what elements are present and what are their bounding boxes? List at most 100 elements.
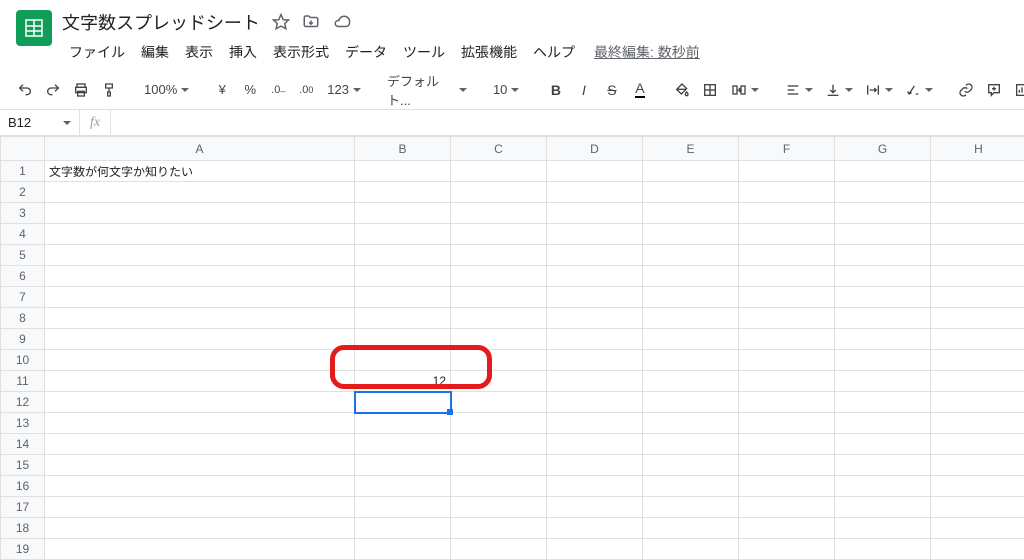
cell-A3[interactable] <box>45 203 355 224</box>
menu-file[interactable]: ファイル <box>62 38 132 66</box>
cell-C12[interactable] <box>451 392 547 413</box>
cell-C8[interactable] <box>451 308 547 329</box>
cell-C14[interactable] <box>451 434 547 455</box>
cell-F3[interactable] <box>739 203 835 224</box>
cell-D17[interactable] <box>547 497 643 518</box>
cell-G19[interactable] <box>835 539 931 560</box>
cell-C4[interactable] <box>451 224 547 245</box>
cell-B9[interactable] <box>355 329 451 350</box>
number-format-dropdown[interactable]: 123 <box>321 77 365 103</box>
cell-F9[interactable] <box>739 329 835 350</box>
cell-D16[interactable] <box>547 476 643 497</box>
cell-F8[interactable] <box>739 308 835 329</box>
cell-F18[interactable] <box>739 518 835 539</box>
cell-A15[interactable] <box>45 455 355 476</box>
column-header-C[interactable]: C <box>451 137 547 161</box>
cell-G5[interactable] <box>835 245 931 266</box>
cell-B10[interactable] <box>355 350 451 371</box>
cell-D2[interactable] <box>547 182 643 203</box>
move-icon[interactable] <box>302 13 320 31</box>
cell-E5[interactable] <box>643 245 739 266</box>
cell-E17[interactable] <box>643 497 739 518</box>
cell-G7[interactable] <box>835 287 931 308</box>
cell-F7[interactable] <box>739 287 835 308</box>
cell-H6[interactable] <box>931 266 1024 287</box>
row-header-11[interactable]: 11 <box>1 371 45 392</box>
column-header-H[interactable]: H <box>931 137 1024 161</box>
cell-H11[interactable] <box>931 371 1024 392</box>
cell-G4[interactable] <box>835 224 931 245</box>
cell-F11[interactable] <box>739 371 835 392</box>
cell-E3[interactable] <box>643 203 739 224</box>
strikethrough-button[interactable]: S <box>599 77 625 103</box>
cell-H9[interactable] <box>931 329 1024 350</box>
cell-E6[interactable] <box>643 266 739 287</box>
bold-button[interactable]: B <box>543 77 569 103</box>
row-header-3[interactable]: 3 <box>1 203 45 224</box>
row-header-13[interactable]: 13 <box>1 413 45 434</box>
cell-D5[interactable] <box>547 245 643 266</box>
cell-B4[interactable] <box>355 224 451 245</box>
cell-F10[interactable] <box>739 350 835 371</box>
cell-F5[interactable] <box>739 245 835 266</box>
cell-F17[interactable] <box>739 497 835 518</box>
cell-C5[interactable] <box>451 245 547 266</box>
text-color-button[interactable]: A <box>627 77 653 103</box>
cell-F12[interactable] <box>739 392 835 413</box>
cell-E4[interactable] <box>643 224 739 245</box>
cell-E11[interactable] <box>643 371 739 392</box>
document-title[interactable]: 文字数スプレッドシート <box>62 9 260 35</box>
row-header-18[interactable]: 18 <box>1 518 45 539</box>
cell-E16[interactable] <box>643 476 739 497</box>
menu-view[interactable]: 表示 <box>178 38 220 66</box>
cell-G8[interactable] <box>835 308 931 329</box>
zoom-dropdown[interactable]: 100% <box>138 77 193 103</box>
paint-format-button[interactable] <box>96 77 122 103</box>
cell-C1[interactable] <box>451 161 547 182</box>
cell-D10[interactable] <box>547 350 643 371</box>
cell-H19[interactable] <box>931 539 1024 560</box>
cell-E14[interactable] <box>643 434 739 455</box>
row-header-8[interactable]: 8 <box>1 308 45 329</box>
increase-decimal-button[interactable]: .00 <box>293 77 319 103</box>
cell-B2[interactable] <box>355 182 451 203</box>
percent-button[interactable]: % <box>237 77 263 103</box>
text-rotation-button[interactable] <box>899 77 937 103</box>
row-header-1[interactable]: 1 <box>1 161 45 182</box>
cell-B11[interactable]: 12 <box>355 371 451 392</box>
cell-E10[interactable] <box>643 350 739 371</box>
row-header-7[interactable]: 7 <box>1 287 45 308</box>
cell-B5[interactable] <box>355 245 451 266</box>
cell-H17[interactable] <box>931 497 1024 518</box>
cell-B3[interactable] <box>355 203 451 224</box>
cell-C7[interactable] <box>451 287 547 308</box>
cell-E2[interactable] <box>643 182 739 203</box>
row-header-17[interactable]: 17 <box>1 497 45 518</box>
cell-A6[interactable] <box>45 266 355 287</box>
select-all-corner[interactable] <box>1 137 45 161</box>
cell-A13[interactable] <box>45 413 355 434</box>
vertical-align-button[interactable] <box>819 77 857 103</box>
name-box[interactable]: B12 <box>0 110 80 135</box>
cell-C10[interactable] <box>451 350 547 371</box>
cell-H8[interactable] <box>931 308 1024 329</box>
cell-G1[interactable] <box>835 161 931 182</box>
row-header-2[interactable]: 2 <box>1 182 45 203</box>
cell-H3[interactable] <box>931 203 1024 224</box>
spreadsheet-grid[interactable]: ABCDEFGH 1文字数が何文字か知りたい234567891011121213… <box>0 136 1024 560</box>
cell-C2[interactable] <box>451 182 547 203</box>
formula-bar-input[interactable] <box>111 110 1024 135</box>
cell-B16[interactable] <box>355 476 451 497</box>
cell-H12[interactable] <box>931 392 1024 413</box>
cell-A2[interactable] <box>45 182 355 203</box>
cell-H13[interactable] <box>931 413 1024 434</box>
undo-button[interactable] <box>12 77 38 103</box>
menu-insert[interactable]: 挿入 <box>222 38 264 66</box>
row-header-10[interactable]: 10 <box>1 350 45 371</box>
cell-B1[interactable] <box>355 161 451 182</box>
cell-E15[interactable] <box>643 455 739 476</box>
cell-A10[interactable] <box>45 350 355 371</box>
cell-B19[interactable] <box>355 539 451 560</box>
cell-B7[interactable] <box>355 287 451 308</box>
horizontal-align-button[interactable] <box>779 77 817 103</box>
